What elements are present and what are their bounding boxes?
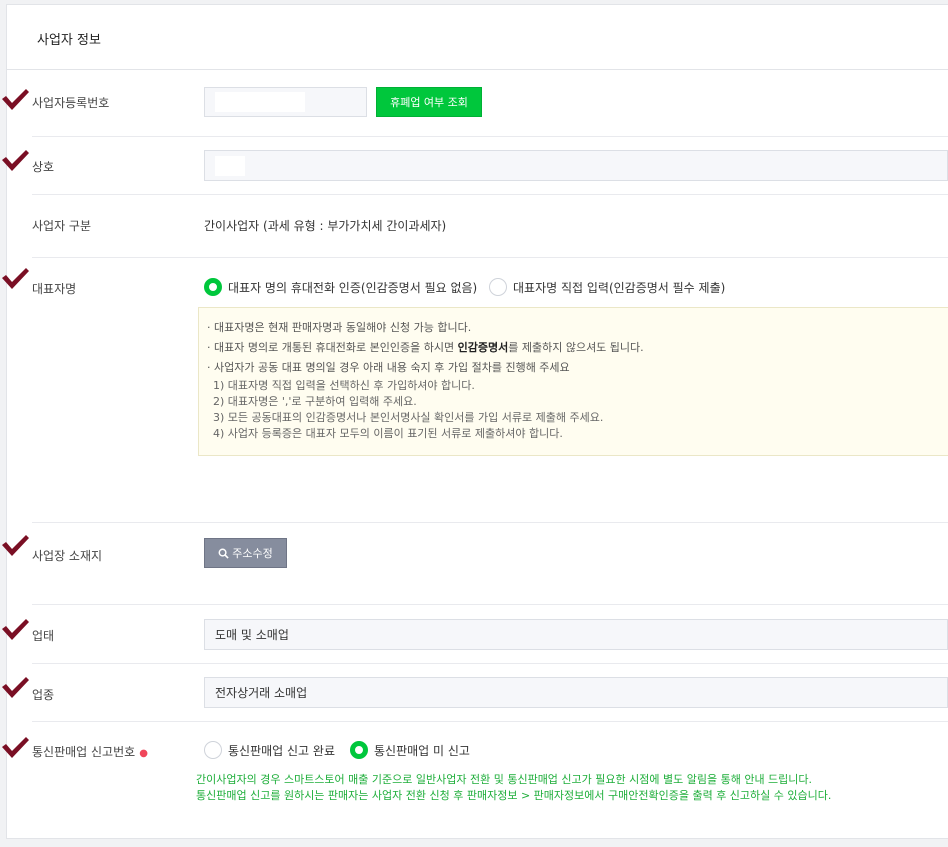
radio-selected-icon bbox=[350, 741, 368, 759]
closure-check-button[interactable]: 휴폐업 여부 조회 bbox=[376, 87, 482, 117]
edit-address-label: 주소수정 bbox=[232, 547, 273, 560]
row-divider bbox=[32, 604, 948, 605]
representative-notice: · 대표자명은 현재 판매자명과 동일해야 신청 가능 합니다. · 대표자 명… bbox=[198, 307, 948, 456]
notice-sub-line: 4) 사업자 등록증은 대표자 모두의 이름이 표기된 서류로 제출하셔야 합니… bbox=[213, 427, 563, 440]
row-divider bbox=[32, 257, 948, 258]
ecommerce-label: 통신판매업 신고번호 ● bbox=[32, 745, 148, 759]
item-value: 전자상거래 소매업 bbox=[215, 686, 308, 700]
check-mark-icon bbox=[0, 149, 30, 173]
radio-ecommerce-reported-label: 통신판매업 신고 완료 bbox=[228, 743, 335, 758]
radio-direct-input[interactable]: 대표자명 직접 입력(인감증명서 필수 제출) bbox=[489, 278, 725, 296]
radio-phone-auth[interactable]: 대표자 명의 휴대전화 인증(인감증명서 필요 없음) bbox=[204, 278, 477, 296]
category-value: 도매 및 소매업 bbox=[215, 628, 289, 642]
business-type-value: 간이사업자 (과세 유형 : 부가가치세 간이과세자) bbox=[204, 219, 447, 233]
radio-ecommerce-not-reported[interactable]: 통신판매업 미 신고 bbox=[350, 741, 470, 759]
notice-line: · 사업자가 공동 대표 명의일 경우 아래 내용 숙지 후 가입 절차를 진행… bbox=[207, 361, 570, 374]
required-mark: ● bbox=[139, 748, 148, 759]
notice-sub-line: 2) 대표자명은 ','로 구분하여 입력해 주세요. bbox=[213, 395, 417, 408]
row-divider bbox=[32, 721, 948, 722]
check-mark-icon bbox=[0, 736, 30, 760]
item-label: 업종 bbox=[32, 688, 55, 702]
row-divider bbox=[32, 522, 948, 523]
trade-name-label: 상호 bbox=[32, 160, 55, 174]
guide-note-line: 통신판매업 신고를 원하시는 판매자는 사업자 전환 신청 후 판매자정보 > … bbox=[196, 789, 832, 802]
category-label: 업태 bbox=[32, 629, 55, 643]
radio-selected-icon bbox=[204, 278, 222, 296]
radio-ecommerce-reported[interactable]: 통신판매업 신고 완료 bbox=[204, 741, 335, 759]
radio-phone-auth-label: 대표자 명의 휴대전화 인증(인감증명서 필요 없음) bbox=[228, 280, 478, 295]
representative-label: 대표자명 bbox=[32, 282, 77, 296]
section-divider bbox=[7, 69, 948, 70]
business-reg-input[interactable] bbox=[204, 87, 367, 117]
business-reg-label: 사업자등록번호 bbox=[32, 96, 110, 110]
radio-direct-input-label: 대표자명 직접 입력(인감증명서 필수 제출) bbox=[513, 280, 726, 295]
trade-name-input[interactable] bbox=[204, 150, 948, 181]
guide-note-line: 간이사업자의 경우 스마트스토어 매출 기준으로 일반사업자 전환 및 통신판매… bbox=[196, 773, 813, 786]
row-divider bbox=[32, 136, 948, 137]
row-divider bbox=[32, 663, 948, 664]
item-input[interactable]: 전자상거래 소매업 bbox=[204, 677, 948, 708]
business-type-label: 사업자 구분 bbox=[32, 219, 92, 233]
notice-sub-line: 3) 모든 공동대표의 인감증명서나 본인서명사실 확인서를 가입 서류로 제출… bbox=[213, 411, 604, 424]
radio-unselected-icon bbox=[204, 741, 222, 759]
check-mark-icon bbox=[0, 676, 30, 700]
check-mark-icon bbox=[0, 618, 30, 642]
radio-unselected-icon bbox=[489, 278, 507, 296]
search-icon bbox=[218, 548, 229, 559]
radio-ecommerce-not-reported-label: 통신판매업 미 신고 bbox=[374, 743, 470, 758]
category-input[interactable]: 도매 및 소매업 bbox=[204, 619, 948, 650]
notice-line: · 대표자명은 현재 판매자명과 동일해야 신청 가능 합니다. bbox=[207, 321, 472, 334]
address-label: 사업장 소재지 bbox=[32, 549, 103, 563]
check-mark-icon bbox=[0, 88, 30, 112]
section-title: 사업자 정보 bbox=[37, 33, 101, 48]
ecommerce-guide-note: 간이사업자의 경우 스마트스토어 매출 기준으로 일반사업자 전환 및 통신판매… bbox=[196, 772, 831, 804]
row-divider bbox=[32, 194, 948, 195]
notice-sub-line: 1) 대표자명 직접 입력을 선택하신 후 가입하셔야 합니다. bbox=[213, 379, 475, 392]
check-mark-icon bbox=[0, 534, 30, 558]
notice-line: · 대표자 명의로 개통된 휴대전화로 본인인증을 하시면 인감증명서를 제출하… bbox=[207, 341, 644, 354]
check-mark-icon bbox=[0, 267, 30, 291]
edit-address-button[interactable]: 주소수정 bbox=[204, 538, 287, 568]
